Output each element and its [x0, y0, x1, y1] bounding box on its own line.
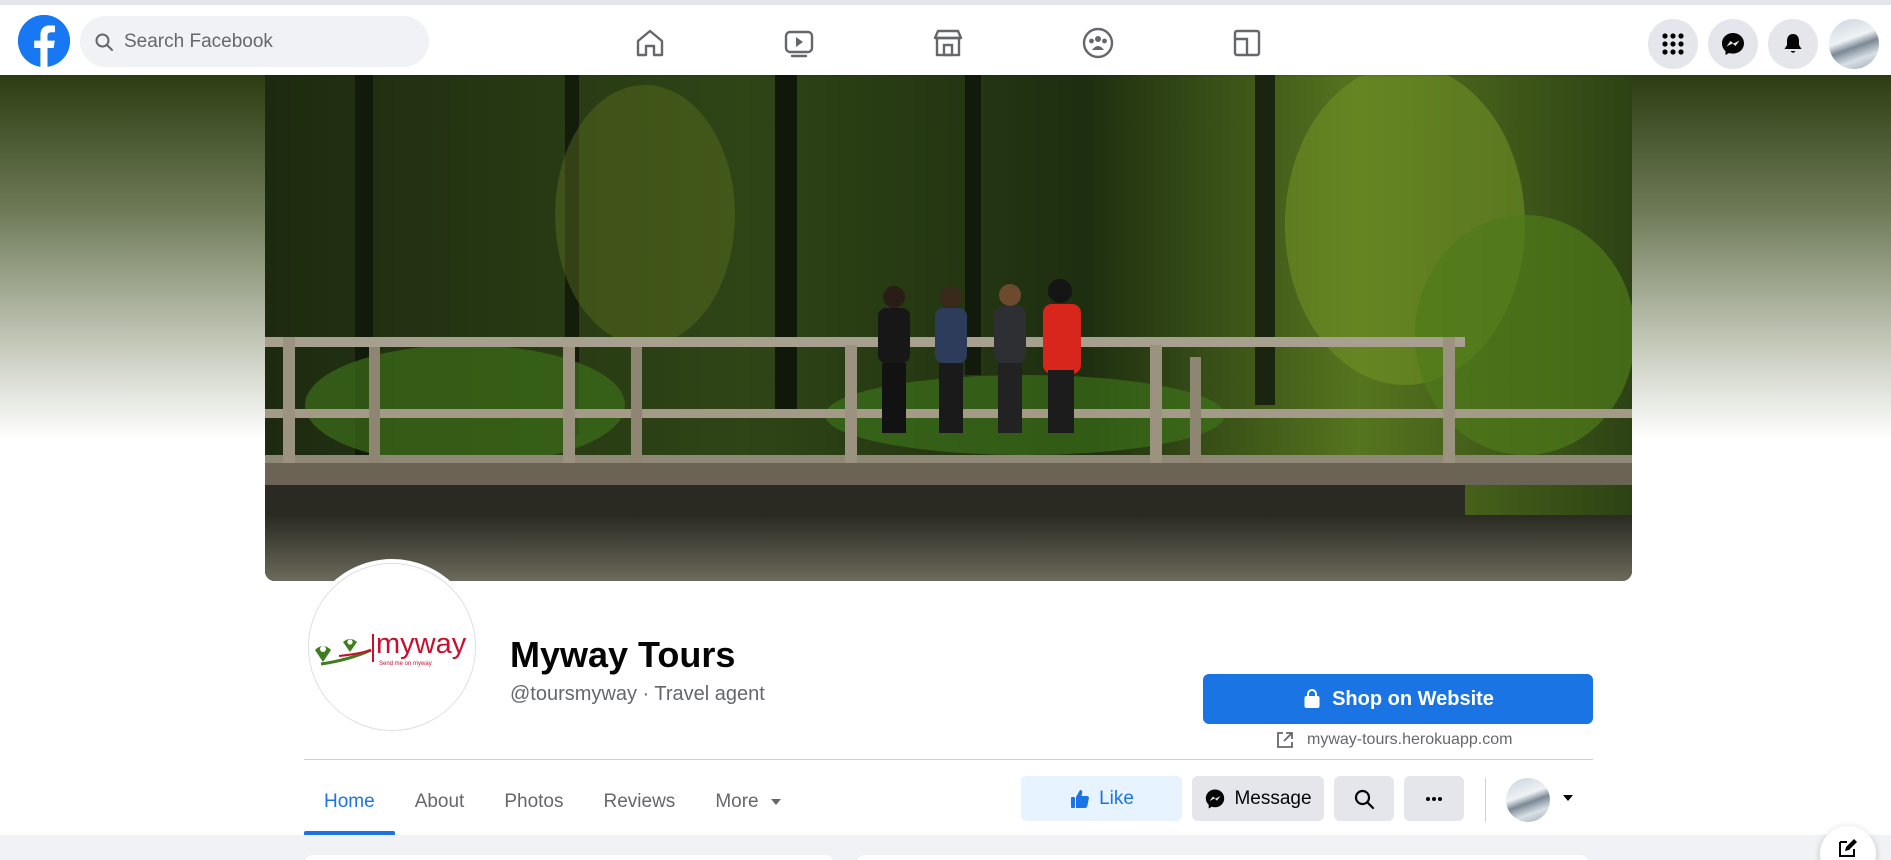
tab-photos[interactable]: Photos	[484, 768, 583, 835]
page-title: Myway Tours	[510, 634, 736, 675]
content-card	[304, 855, 834, 860]
like-label: Like	[1099, 787, 1134, 809]
gaming-icon[interactable]	[1227, 23, 1267, 63]
search-input[interactable]	[124, 30, 404, 53]
top-navigation-bar	[0, 0, 1891, 75]
caret-down-icon	[770, 798, 781, 805]
shop-button-label: Shop on Website	[1332, 687, 1494, 710]
website-url: myway-tours.herokuapp.com	[1307, 731, 1513, 748]
tab-home-label: Home	[324, 790, 375, 812]
caret-down-icon[interactable]	[1560, 790, 1576, 806]
external-link-icon	[1277, 732, 1293, 748]
tab-about[interactable]: About	[395, 768, 485, 835]
tab-about-label: About	[414, 790, 465, 812]
page-search-button[interactable]	[1334, 776, 1394, 821]
content-card	[856, 855, 1589, 860]
tab-reviews[interactable]: Reviews	[584, 768, 696, 835]
shopping-bag-icon	[1304, 689, 1320, 708]
page-handle-category: @toursmyway · Travel agent	[510, 683, 765, 705]
tab-home[interactable]: Home	[304, 768, 395, 835]
like-button[interactable]: Like	[1021, 776, 1182, 821]
account-avatar[interactable]	[1829, 19, 1879, 69]
compose-icon	[1839, 839, 1857, 857]
switch-profile-avatar[interactable]	[1506, 778, 1550, 822]
groups-icon[interactable]	[1078, 23, 1118, 63]
header-divider	[304, 759, 1593, 760]
tab-more[interactable]: More	[695, 768, 802, 835]
tab-reviews-label: Reviews	[603, 790, 676, 812]
messenger-icon	[1206, 789, 1225, 808]
message-label: Message	[1234, 787, 1312, 809]
logo-wordmark: myway	[376, 628, 467, 660]
page-tabs: Home About Photos Reviews More	[304, 768, 803, 835]
notifications-icon[interactable]	[1768, 19, 1818, 69]
watch-icon[interactable]	[779, 23, 819, 63]
actions-separator	[1485, 778, 1486, 822]
website-link[interactable]: myway-tours.herokuapp.com	[1275, 730, 1512, 750]
menu-grid-icon[interactable]	[1648, 19, 1698, 69]
search-icon	[1354, 789, 1375, 809]
more-horizontal-icon	[1426, 796, 1442, 801]
logo-tagline: Send me on myway	[379, 661, 432, 667]
more-options-button[interactable]	[1404, 776, 1464, 821]
shop-on-website-button[interactable]: Shop on Website	[1203, 674, 1593, 724]
page-profile-picture[interactable]: myway Send me on myway	[308, 563, 476, 731]
thumbs-up-icon	[1071, 789, 1090, 808]
tab-photos-label: Photos	[504, 790, 564, 812]
message-button[interactable]: Message	[1192, 776, 1324, 821]
search-icon	[95, 33, 113, 51]
facebook-logo-icon[interactable]	[18, 15, 70, 67]
marketplace-icon[interactable]	[928, 23, 968, 63]
cover-photo[interactable]	[265, 75, 1632, 581]
home-icon[interactable]	[630, 23, 670, 63]
tab-more-label: More	[715, 790, 759, 812]
search-bar[interactable]	[80, 16, 429, 67]
messenger-icon[interactable]	[1708, 19, 1758, 69]
